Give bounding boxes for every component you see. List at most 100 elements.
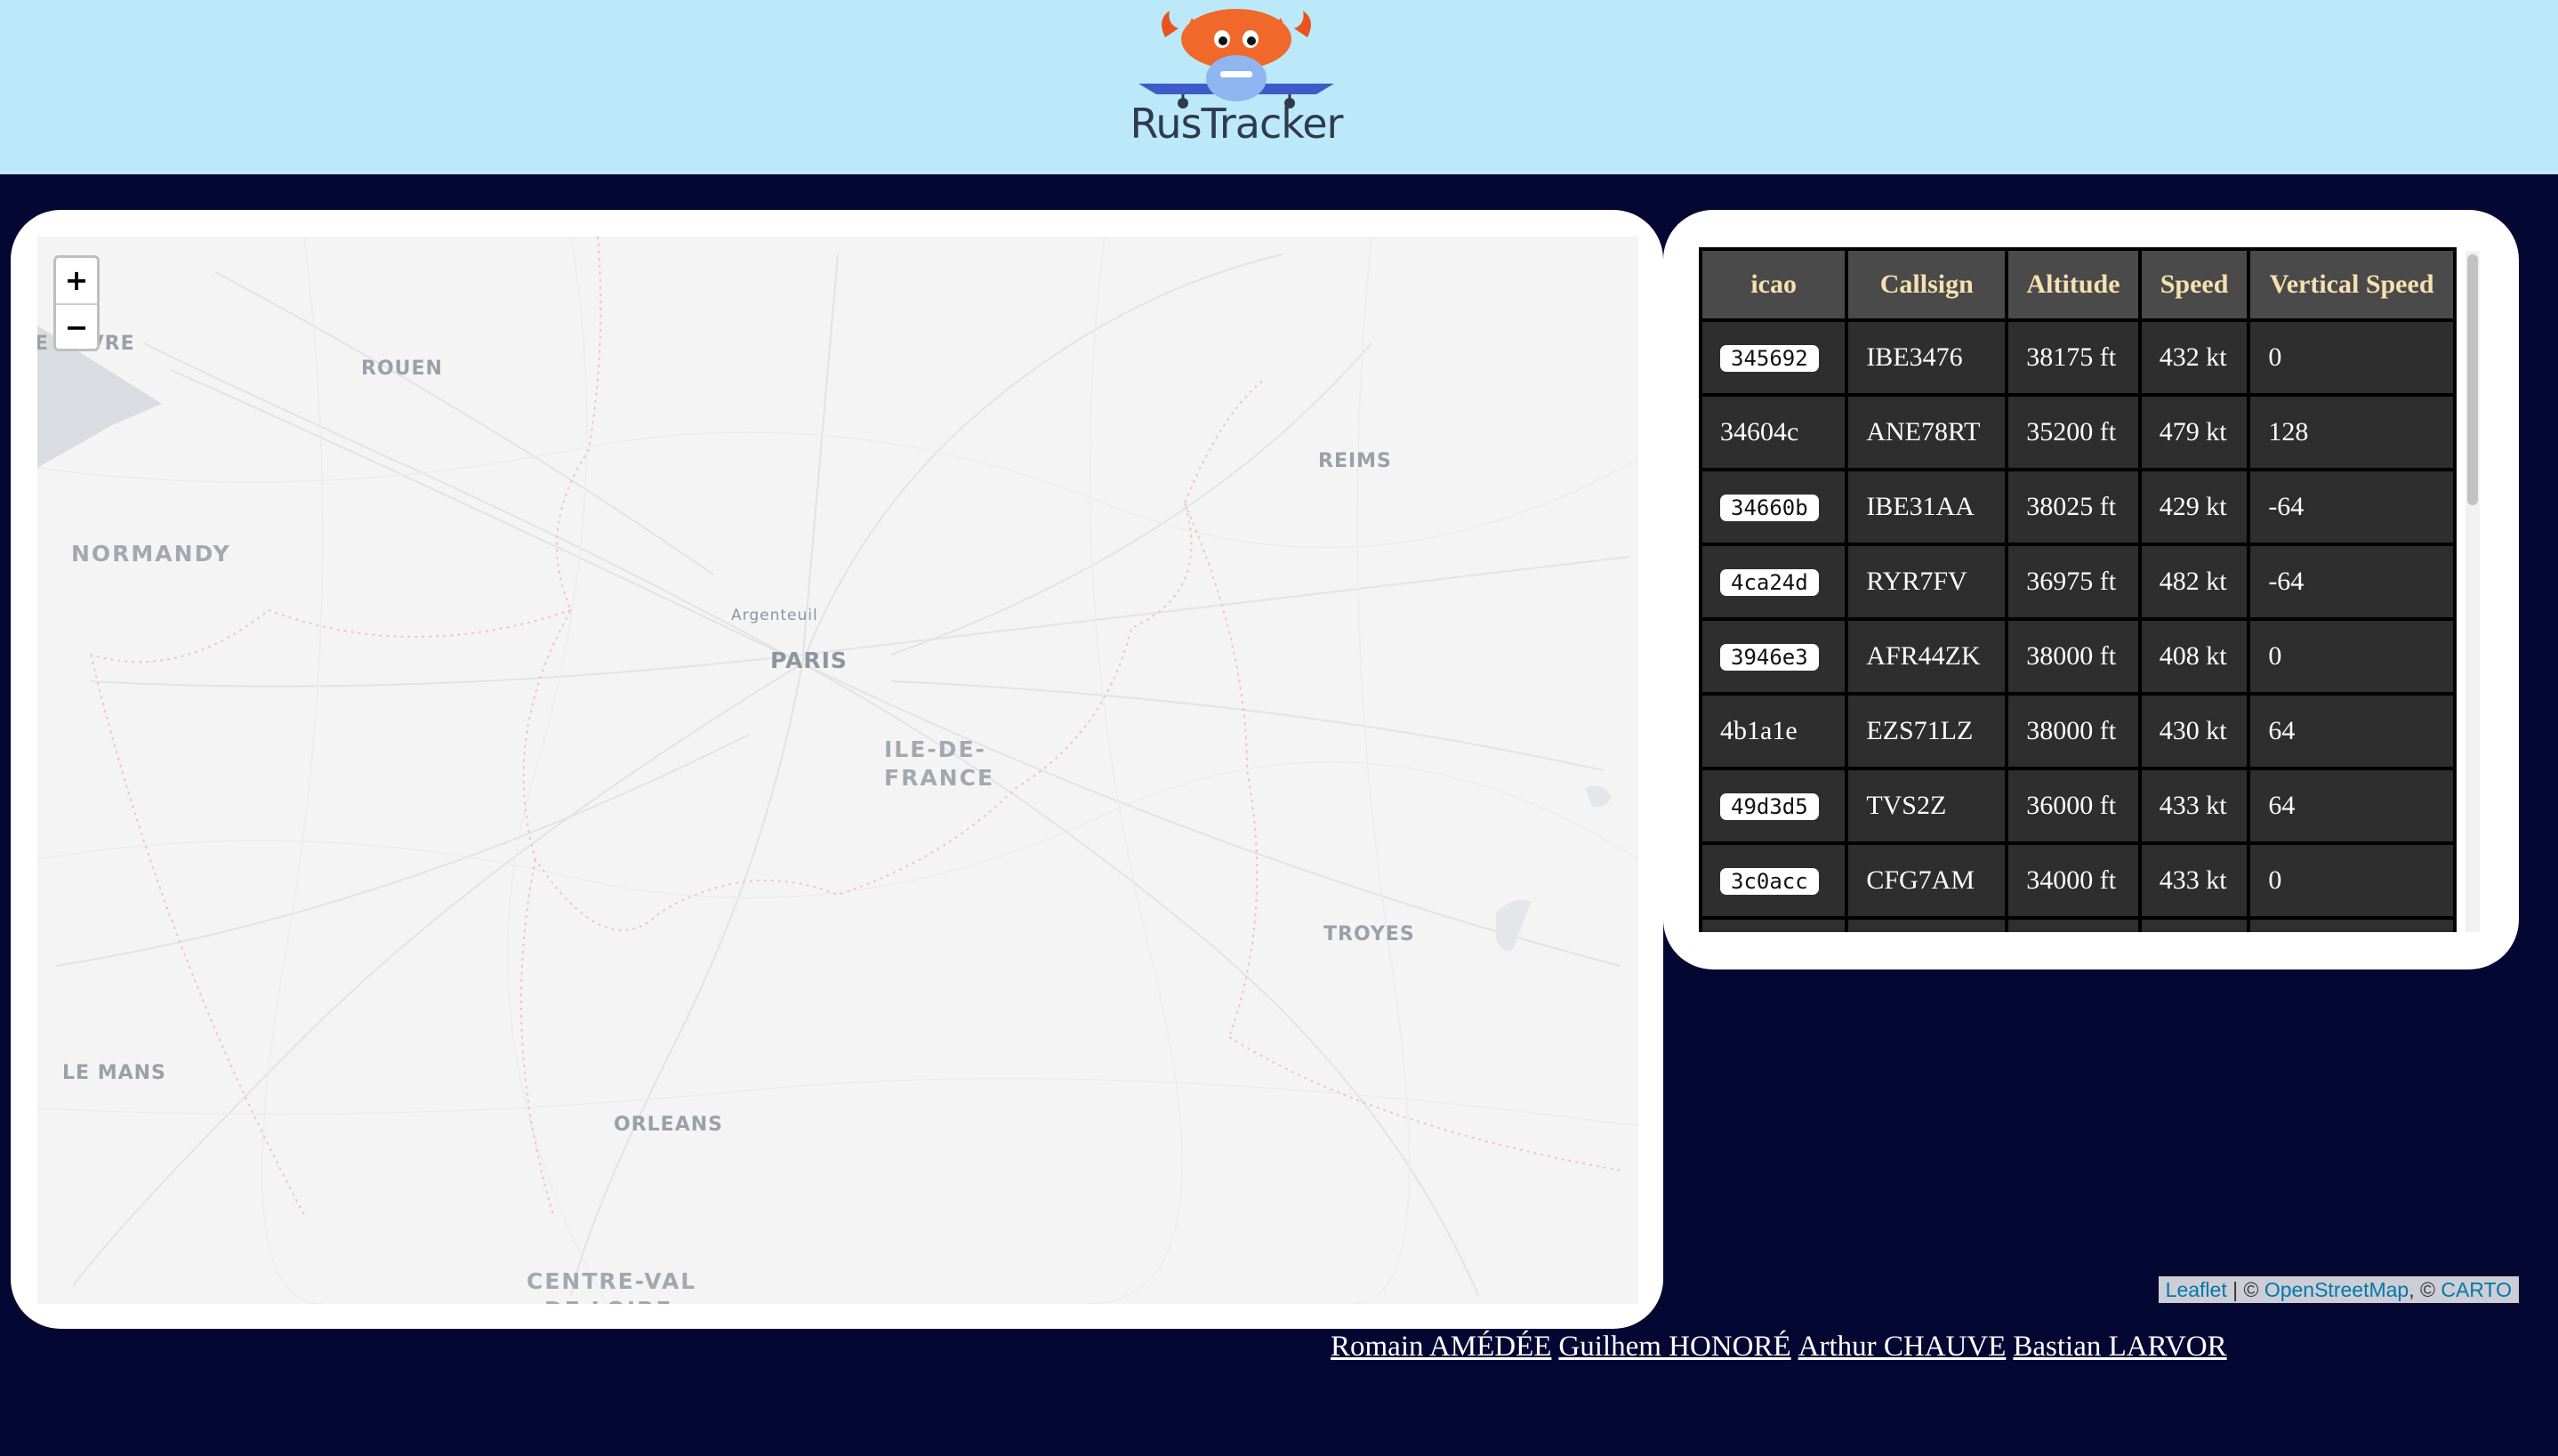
cell-callsign: EZS71LZ [1845, 692, 2009, 770]
map-label-reims: REIMS [1318, 450, 1392, 472]
flight-map[interactable]: LE HAVRE ROUEN REIMS NORMANDY Argenteuil… [37, 237, 1638, 1304]
table-scrollbar[interactable] [2465, 251, 2480, 932]
icao-badge[interactable]: 49d3d5 [1720, 793, 1819, 820]
author-link[interactable]: Guilhem HONORÉ [1558, 1331, 1790, 1363]
logo-text: RusTracker [1130, 100, 1344, 148]
map-label-ile-de-france-line1: ILE-DE- [884, 736, 986, 762]
cell-callsign: AFR44ZK [1845, 617, 2009, 696]
flights-table-scroll[interactable]: icao Callsign Altitude Speed Vertical Sp… [1699, 247, 2457, 932]
icao-badge[interactable]: 34660b [1720, 495, 1819, 521]
cell-altitude: 36000 ft [2005, 767, 2142, 845]
cell-callsign: IBE31AA [1845, 468, 2009, 546]
leaflet-link[interactable]: Leaflet [2166, 1278, 2227, 1301]
map-label-troyes: TROYES [1323, 923, 1415, 945]
cell-altitude [2005, 916, 2142, 932]
map-label-centre-val-line2: DE LOIRE [544, 1297, 672, 1304]
cell-altitude: 34000 ft [2005, 841, 2142, 920]
cell-callsign: IBE3476 [1845, 318, 2009, 397]
table-row[interactable]: 3946e3 AFR44ZK 38000 ft 408 kt 0 [1699, 617, 2457, 696]
cell-icao [1699, 916, 1849, 932]
cell-vertical-speed: 0 [2247, 841, 2457, 920]
map-label-rouen: ROUEN [361, 358, 443, 380]
cell-altitude: 38000 ft [2005, 617, 2142, 696]
cell-icao: 345692 [1699, 318, 1849, 397]
zoom-out-button[interactable]: − [56, 303, 97, 350]
cell-speed: 432 kt [2137, 318, 2251, 397]
map-label-ile-de-france-line2: FRANCE [884, 765, 995, 791]
cell-vertical-speed: 0 [2247, 318, 2457, 397]
cell-speed: 479 kt [2137, 393, 2251, 471]
table-row[interactable]: 3c0acc CFG7AM 34000 ft 433 kt 0 [1699, 841, 2457, 920]
icao-badge[interactable]: 3c0acc [1720, 868, 1819, 895]
cell-icao: 34604c [1699, 393, 1849, 471]
header-icao[interactable]: icao [1699, 247, 1849, 322]
attribution-separator: | © [2226, 1278, 2264, 1301]
header-callsign[interactable]: Callsign [1845, 247, 2009, 322]
cell-icao: 4ca24d [1699, 543, 1849, 621]
icao-badge[interactable]: 4ca24d [1720, 569, 1819, 596]
cell-speed: 433 kt [2137, 767, 2251, 845]
map-label-centre-val-line1: CENTRE-VAL [527, 1268, 697, 1294]
header-speed[interactable]: Speed [2137, 247, 2251, 322]
cell-vertical-speed: 64 [2247, 767, 2457, 845]
cell-callsign [1845, 916, 2009, 932]
app-header: RusTracker [0, 0, 2558, 174]
cell-vertical-speed: 0 [2247, 617, 2457, 696]
map-label-argenteuil: Argenteuil [731, 607, 818, 624]
table-row[interactable] [1699, 916, 2457, 932]
cell-altitude: 38025 ft [2005, 468, 2142, 546]
cell-altitude: 35200 ft [2005, 393, 2142, 471]
cell-icao: 49d3d5 [1699, 767, 1849, 845]
cell-speed: 429 kt [2137, 468, 2251, 546]
cell-speed: 430 kt [2137, 692, 2251, 770]
cell-altitude: 36975 ft [2005, 543, 2142, 621]
openstreetmap-link[interactable]: OpenStreetMap [2264, 1278, 2409, 1301]
cell-icao: 3c0acc [1699, 841, 1849, 920]
cell-vertical-speed: -64 [2247, 543, 2457, 621]
header-altitude[interactable]: Altitude [2005, 247, 2142, 322]
map-label-paris: PARIS [770, 648, 848, 673]
header-vertical-speed[interactable]: Vertical Speed [2247, 247, 2457, 322]
carto-link[interactable]: CARTO [2441, 1278, 2512, 1301]
flights-table: icao Callsign Altitude Speed Vertical Sp… [1699, 247, 2457, 932]
author-link[interactable]: Romain AMÉDÉE [1331, 1331, 1551, 1363]
table-row[interactable]: 4ca24d RYR7FV 36975 ft 482 kt -64 [1699, 543, 2457, 621]
flights-table-body: 345692 IBE3476 38175 ft 432 kt 0 34604c … [1699, 318, 2457, 932]
cell-speed: 408 kt [2137, 617, 2251, 696]
table-row[interactable]: 34604c ANE78RT 35200 ft 479 kt 128 [1699, 393, 2457, 471]
cell-callsign: CFG7AM [1845, 841, 2009, 920]
table-scrollbar-thumb[interactable] [2467, 254, 2478, 505]
zoom-in-button[interactable]: + [56, 258, 97, 303]
attribution-separator: , © [2409, 1278, 2441, 1301]
table-header-row: icao Callsign Altitude Speed Vertical Sp… [1699, 247, 2457, 322]
cell-vertical-speed: -64 [2247, 468, 2457, 546]
map-base-layer [37, 237, 1638, 1304]
cell-callsign: TVS2Z [1845, 767, 2009, 845]
table-row[interactable]: 345692 IBE3476 38175 ft 432 kt 0 [1699, 318, 2457, 397]
table-row[interactable]: 49d3d5 TVS2Z 36000 ft 433 kt 64 [1699, 767, 2457, 845]
cell-vertical-speed: 64 [2247, 692, 2457, 770]
cell-speed: 433 kt [2137, 841, 2251, 920]
map-attribution: Leaflet | © OpenStreetMap, © CARTO [2158, 1276, 2519, 1303]
map-label-orleans: ORLEANS [614, 1114, 723, 1136]
cell-altitude: 38000 ft [2005, 692, 2142, 770]
crab-plane-logo-icon [1138, 9, 1334, 109]
cell-icao: 34660b [1699, 468, 1849, 546]
cell-altitude: 38175 ft [2005, 318, 2142, 397]
icao-badge[interactable]: 345692 [1720, 345, 1819, 372]
zoom-control: + − [53, 255, 100, 351]
author-link[interactable]: Bastian LARVOR [2013, 1331, 2226, 1363]
author-link[interactable]: Arthur CHAUVE [1798, 1331, 2007, 1363]
cell-icao: 3946e3 [1699, 617, 1849, 696]
map-label-normandy: NORMANDY [71, 541, 231, 567]
rustracker-logo[interactable]: RusTracker [1130, 2, 1343, 153]
cell-speed: 482 kt [2137, 543, 2251, 621]
cell-callsign: RYR7FV [1845, 543, 2009, 621]
table-row[interactable]: 34660b IBE31AA 38025 ft 429 kt -64 [1699, 468, 2457, 546]
table-row[interactable]: 4b1a1e EZS71LZ 38000 ft 430 kt 64 [1699, 692, 2457, 770]
cell-icao: 4b1a1e [1699, 692, 1849, 770]
cell-speed [2137, 916, 2251, 932]
icao-badge[interactable]: 3946e3 [1720, 644, 1819, 671]
cell-callsign: ANE78RT [1845, 393, 2009, 471]
cell-vertical-speed [2247, 916, 2457, 932]
